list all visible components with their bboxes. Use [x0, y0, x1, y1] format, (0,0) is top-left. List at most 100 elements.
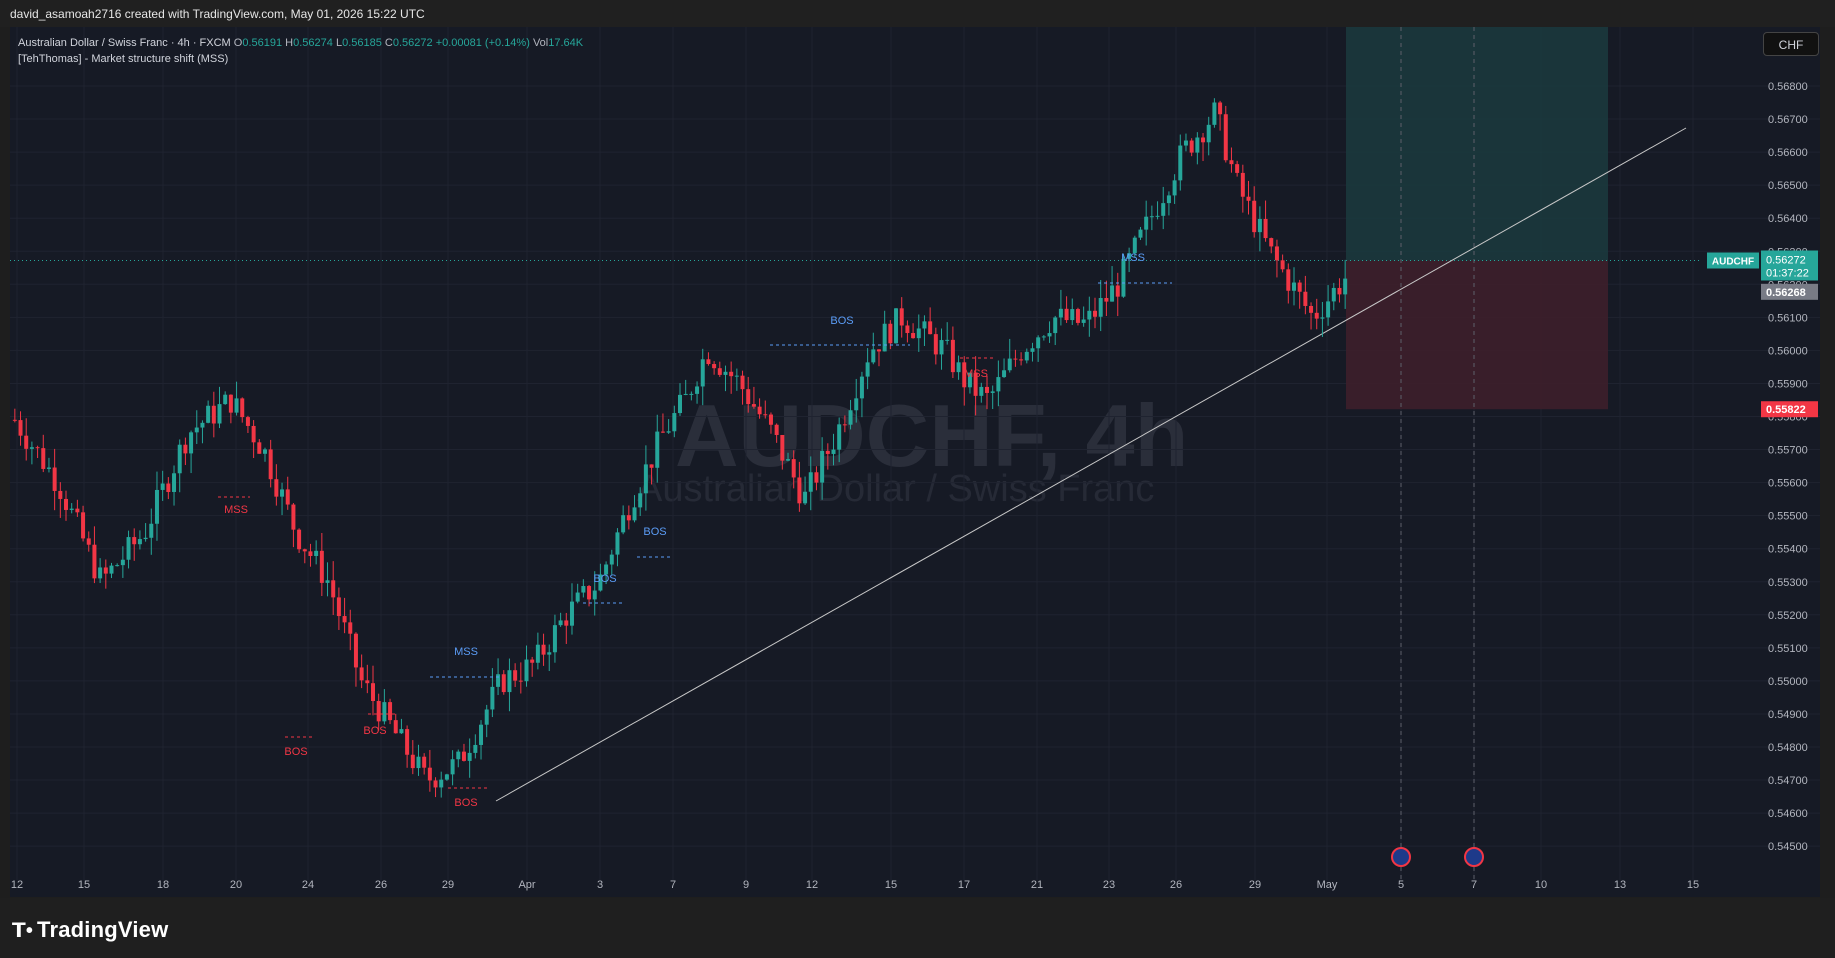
time-tick-label: 21 [1031, 879, 1043, 891]
candle-body [1189, 140, 1194, 153]
candle-body [336, 597, 341, 617]
candle-body [1019, 359, 1024, 361]
candle-body [274, 479, 279, 497]
candle-body [1030, 348, 1035, 352]
candle-body [427, 767, 432, 781]
candle-body [1075, 309, 1080, 323]
candle-body [751, 404, 756, 407]
candle-body [439, 779, 444, 788]
candle-body [291, 504, 296, 530]
candle-body [643, 464, 648, 494]
candle-body [1280, 260, 1285, 270]
time-tick-label: 18 [157, 879, 169, 891]
tradingview-logo-icon: 𝗧• [12, 920, 34, 942]
legend-volume: 17.64K [548, 37, 584, 49]
candle-body [52, 467, 57, 491]
candle-body [1263, 218, 1268, 239]
price-tick-label: 0.56700 [1768, 114, 1808, 126]
candle-body [81, 512, 86, 539]
candle-body [1337, 287, 1342, 295]
candle-body [791, 459, 796, 478]
candle-body [558, 620, 563, 626]
candle-body [513, 670, 518, 681]
tradingview-logo[interactable]: 𝗧• TradingView [12, 917, 168, 943]
candle-body [388, 702, 393, 721]
candle-body [75, 508, 80, 513]
structure-label: BOS [284, 746, 307, 758]
candle-body [456, 751, 461, 760]
candle-body [1235, 164, 1240, 173]
candle-body [615, 532, 620, 555]
time-tick-label: 26 [375, 879, 387, 891]
candle-body [1218, 102, 1223, 115]
candle-body [695, 386, 700, 394]
candle-body [1303, 291, 1308, 306]
candle-body [461, 751, 466, 761]
price-tick-label: 0.54600 [1768, 808, 1808, 820]
candle-body [484, 709, 489, 725]
candle-body [1138, 229, 1143, 238]
candle-body [450, 759, 455, 775]
candle-body [365, 680, 370, 684]
candle-body [1104, 297, 1109, 302]
legend-indicator[interactable]: [TehThomas] - Market structure shift (MS… [18, 51, 583, 67]
candle-body [262, 449, 267, 454]
legend: Australian Dollar / Swiss Franc · 4h · F… [18, 35, 583, 67]
candle-body [1257, 218, 1262, 233]
candle-body [371, 683, 376, 701]
price-tick-label: 0.55500 [1768, 511, 1808, 523]
candle-body [786, 459, 791, 461]
candle-body [98, 567, 103, 579]
price-chart[interactable]: MSS BOS BOS MSS BOS BOS BOS BOS MSS MSS 0.56800 0.5… [0, 0, 1835, 958]
candle-body [706, 359, 711, 365]
candle-body [433, 780, 438, 788]
time-tick-label: 9 [743, 879, 749, 891]
time-tick-label: 29 [1249, 879, 1261, 891]
candle-body [1172, 180, 1177, 196]
candle-body [649, 464, 654, 468]
candle-body [535, 644, 540, 663]
legend-volume-label: Vol [532, 37, 549, 49]
time-tick-label: 13 [1614, 879, 1626, 891]
candle-body [797, 477, 802, 504]
currency-button[interactable]: CHF [1763, 32, 1819, 56]
candle-body [626, 515, 631, 521]
candle-body [12, 419, 17, 421]
candle-body [621, 515, 626, 533]
candle-body [723, 371, 728, 375]
structure-label: MSS [454, 646, 478, 658]
structure-label: BOS [593, 573, 616, 585]
candle-body [496, 674, 501, 687]
candle-body [1024, 351, 1029, 361]
candle-body [1161, 203, 1166, 216]
candle-body [69, 508, 74, 510]
candle-body [342, 616, 347, 623]
candle-body [308, 551, 313, 557]
candle-body [234, 398, 239, 413]
candle-body [825, 450, 830, 454]
candle-body [1343, 278, 1348, 295]
price-tick-label: 0.54500 [1768, 841, 1808, 853]
legend-symbol[interactable]: Australian Dollar / Swiss Franc · 4h · F… [18, 37, 231, 49]
candle-body [1252, 200, 1257, 233]
candle-body [314, 550, 319, 557]
candle-body [632, 507, 637, 521]
candle-body [1110, 285, 1115, 302]
candle-body [189, 432, 194, 454]
candle-body [245, 417, 250, 426]
candle-body [945, 339, 950, 341]
target-zone [1346, 27, 1608, 261]
candle-body [302, 549, 307, 552]
candle-body [547, 652, 552, 655]
candle-body [126, 537, 131, 560]
candle-body [1098, 297, 1103, 317]
candle-body [990, 391, 995, 393]
price-tick-label: 0.54800 [1768, 742, 1808, 754]
legend-low: 0.56185 [342, 37, 382, 49]
candle-body [569, 601, 574, 626]
time-tick-label: 12 [806, 879, 818, 891]
structure-label: MSS [224, 504, 248, 516]
candle-body [950, 339, 955, 373]
candle-body [837, 424, 842, 450]
candle-body [1144, 216, 1149, 230]
